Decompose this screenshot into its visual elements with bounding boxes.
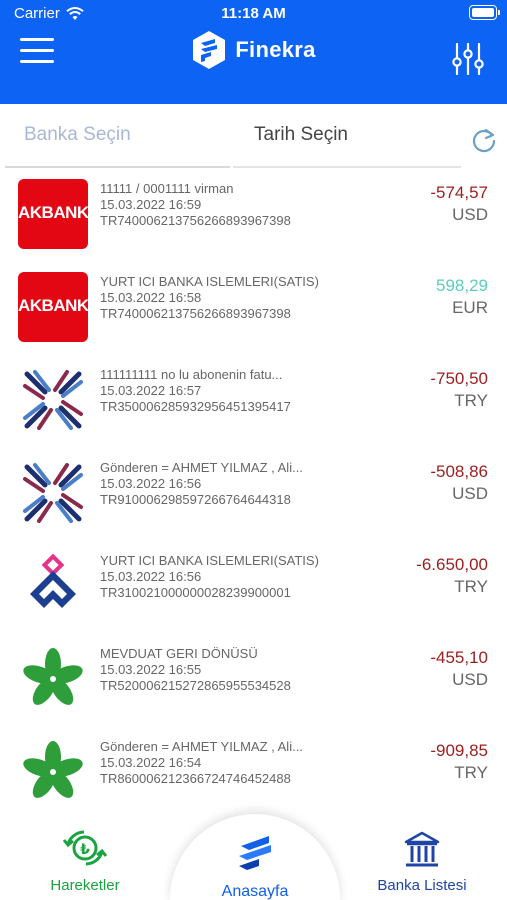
transaction-iban: TR740006213756266893967398 [100, 306, 291, 321]
amount-value: 598,29 [436, 276, 488, 295]
transaction-details: Gönderen = AHMET YILMAZ , Ali... 15.03.2… [100, 460, 303, 508]
tab-label: Banka Listesi [377, 877, 467, 894]
tab-label: Anasayfa [221, 883, 289, 900]
transaction-row[interactable]: AKBANK 11111 / 0001111 virman 15.03.2022… [0, 170, 507, 263]
transaction-amount: -455,10 USD [430, 647, 488, 691]
filter-sliders-icon[interactable] [451, 42, 485, 76]
bank-logo-text: AKBANK [18, 203, 88, 222]
finekra-logo-icon [193, 31, 226, 69]
transaction-iban: TR860006212366724746452488 [100, 771, 291, 786]
transaction-details: Gönderen = AHMET YILMAZ , Ali... 15.03.2… [100, 739, 303, 787]
transaction-date: 15.03.2022 16:56 [100, 476, 202, 491]
finekra-logo-icon [239, 836, 271, 870]
diamond-bank-logo-icon [30, 553, 76, 608]
star-bank-logo-icon [23, 463, 83, 523]
refresh-icon[interactable] [470, 126, 498, 154]
transaction-details: YURT ICI BANKA ISLEMLERI(SATIS) 15.03.20… [100, 274, 319, 322]
transaction-description: 11111 / 0001111 virman [100, 181, 234, 196]
transaction-iban: TR310021000000028239900001 [100, 585, 291, 600]
date-select-tab[interactable]: Tarih Seçin [254, 124, 348, 146]
transaction-description: Gönderen = AHMET YILMAZ , Ali... [100, 739, 303, 754]
clover-bank-logo-icon [23, 648, 83, 705]
transaction-details: MEVDUAT GERI DÖNÜSÜ 15.03.2022 16:55 TR5… [100, 646, 291, 694]
transaction-details: YURT ICI BANKA ISLEMLERI(SATIS) 15.03.20… [100, 553, 319, 601]
transaction-row[interactable]: 111111111 no lu abonenin fatu... 15.03.2… [0, 356, 507, 449]
amount-value: -750,50 [430, 369, 488, 388]
transaction-description: Gönderen = AHMET YILMAZ , Ali... [100, 460, 303, 475]
transaction-row[interactable]: YURT ICI BANKA ISLEMLERI(SATIS) 15.03.20… [0, 542, 507, 635]
transaction-row[interactable]: MEVDUAT GERI DÖNÜSÜ 15.03.2022 16:55 TR5… [0, 635, 507, 728]
transaction-amount: -508,86 USD [430, 461, 488, 505]
filter-segment-bar: Banka Seçin Tarih Seçin [0, 104, 507, 168]
amount-value: -6.650,00 [416, 555, 488, 574]
transaction-iban: TR910006298597266764644318 [100, 492, 291, 507]
transaction-amount: -909,85 TRY [430, 740, 488, 784]
transaction-description: 111111111 no lu abonenin fatu... [100, 367, 283, 382]
tab-banka-listesi[interactable]: Banka Listesi [366, 830, 478, 894]
transaction-date: 15.03.2022 16:59 [100, 197, 202, 212]
status-time: 11:18 AM [221, 5, 286, 22]
akbank-logo-icon: AKBANK [18, 272, 88, 342]
segment-divider [233, 166, 461, 168]
transaction-iban: TR740006213756266893967398 [100, 213, 291, 228]
segment-divider [5, 166, 230, 168]
battery-icon [469, 5, 500, 20]
transaction-description: MEVDUAT GERI DÖNÜSÜ [100, 646, 258, 661]
transaction-date: 15.03.2022 16:57 [100, 383, 202, 398]
app-name: Finekra [235, 37, 316, 62]
amount-currency: USD [452, 205, 488, 224]
tab-hareketler[interactable]: ₺ Hareketler [40, 830, 130, 894]
transaction-amount: 598,29 EUR [436, 275, 488, 319]
transaction-amount: -574,57 USD [430, 182, 488, 226]
svg-text:₺: ₺ [80, 842, 90, 858]
bank-select-tab[interactable]: Banka Seçin [24, 124, 131, 146]
amount-currency: TRY [454, 391, 488, 410]
transaction-details: 111111111 no lu abonenin fatu... 15.03.2… [100, 367, 291, 415]
transaction-row[interactable]: Gönderen = AHMET YILMAZ , Ali... 15.03.2… [0, 449, 507, 542]
bottom-tab-bar: ₺ Hareketler Anasayfa Banka Listesi [0, 814, 507, 900]
star-bank-logo-icon [23, 370, 83, 430]
akbank-logo-icon: AKBANK [18, 179, 88, 249]
transaction-iban: TR520006215272865955534528 [100, 678, 291, 693]
transaction-date: 15.03.2022 16:58 [100, 290, 202, 305]
transaction-row[interactable]: AKBANK YURT ICI BANKA ISLEMLERI(SATIS) 1… [0, 263, 507, 356]
transaction-iban: TR350006285932956451395417 [100, 399, 291, 414]
lira-refresh-icon: ₺ [62, 830, 108, 866]
amount-currency: USD [452, 484, 488, 503]
bank-logo-text: AKBANK [18, 296, 88, 315]
amount-currency: TRY [454, 577, 488, 596]
amount-value: -455,10 [430, 648, 488, 667]
brand: Finekra [0, 30, 507, 70]
status-bar: Carrier 11:18 AM [0, 0, 507, 26]
amount-value: -508,86 [430, 462, 488, 481]
tab-anasayfa[interactable]: Anasayfa [200, 834, 310, 900]
transaction-description: YURT ICI BANKA ISLEMLERI(SATIS) [100, 553, 319, 568]
transaction-date: 15.03.2022 16:54 [100, 755, 202, 770]
transaction-date: 15.03.2022 16:55 [100, 662, 202, 677]
bank-building-icon [404, 831, 440, 867]
amount-currency: USD [452, 670, 488, 689]
transaction-amount: -750,50 TRY [430, 368, 488, 412]
tab-label: Hareketler [50, 877, 120, 894]
amount-value: -909,85 [430, 741, 488, 760]
app-header: Carrier 11:18 AM Finekra [0, 0, 507, 104]
amount-value: -574,57 [430, 183, 488, 202]
transaction-date: 15.03.2022 16:56 [100, 569, 202, 584]
transaction-amount: -6.650,00 TRY [416, 554, 488, 598]
transaction-details: 11111 / 0001111 virman 15.03.2022 16:59 … [100, 181, 291, 229]
amount-currency: EUR [452, 298, 488, 317]
amount-currency: TRY [454, 763, 488, 782]
transaction-row[interactable]: Gönderen = AHMET YILMAZ , Ali... 15.03.2… [0, 728, 507, 821]
clover-bank-logo-icon [23, 741, 83, 798]
transaction-description: YURT ICI BANKA ISLEMLERI(SATIS) [100, 274, 319, 289]
